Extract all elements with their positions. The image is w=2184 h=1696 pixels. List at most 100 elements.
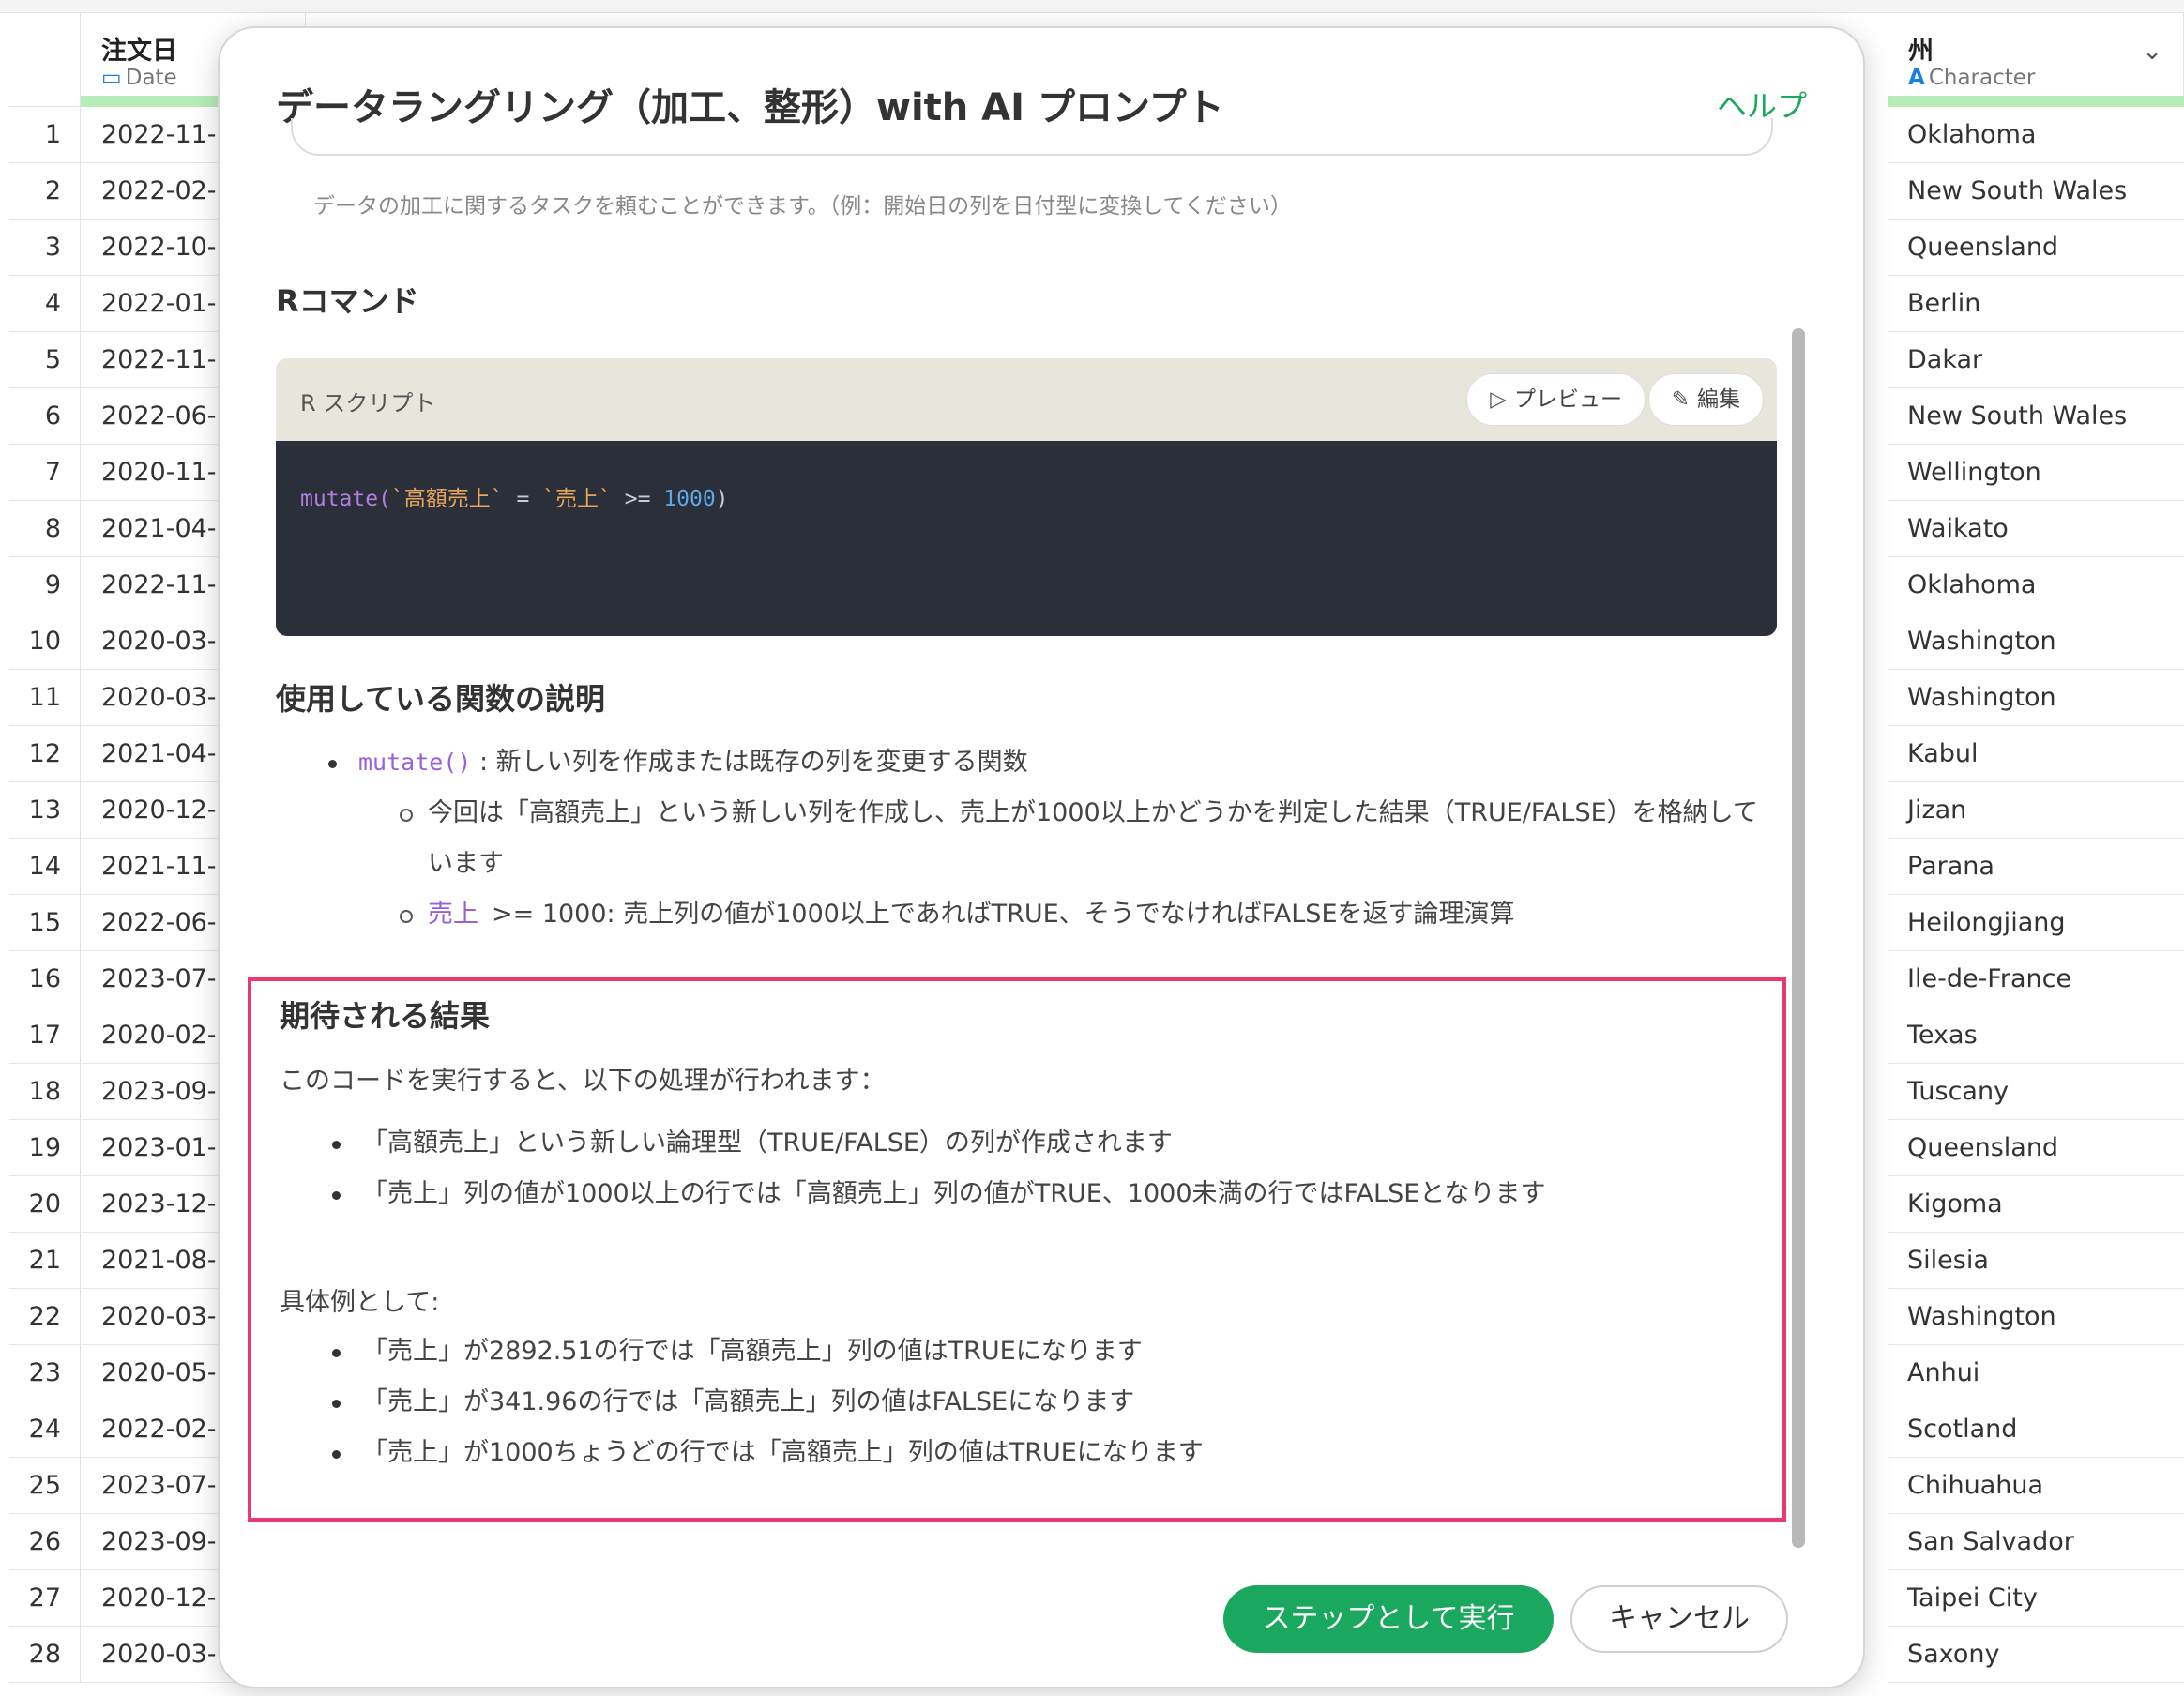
scrollbar[interactable] [1792, 141, 1805, 1567]
prompt-hint: データの加工に関するタスクを頼むことができます。（例：開始日の列を日付型に変換し… [313, 194, 1292, 219]
row-number: 20 [9, 1176, 81, 1233]
list-item: 「売上」が341.96の行では「高額売上」列の値はFALSEになります [280, 1377, 1743, 1428]
table-cell-state[interactable]: Waikato [1888, 501, 2184, 557]
function-explanation-heading: 使用している関数の説明 [276, 681, 606, 717]
function-explanation-list: mutate() : 新しい列を作成または既存の列を変更する関数 今回は「高額売… [276, 737, 1796, 940]
column-type: A Character [1908, 66, 2035, 90]
table-cell-state[interactable]: New South Wales [1888, 388, 2184, 445]
table-cell-state[interactable]: Scotland [1888, 1401, 2184, 1458]
row-number: 26 [9, 1514, 81, 1570]
row-number: 11 [9, 670, 81, 726]
edit-button[interactable]: ✎ 編集 [1647, 373, 1764, 426]
r-command-heading: Rコマンド [276, 283, 419, 319]
play-icon: ▷ [1490, 387, 1507, 412]
row-number: 28 [9, 1627, 81, 1683]
preview-button[interactable]: ▷ プレビュー [1466, 373, 1646, 426]
table-cell-state[interactable]: Heilongjiang [1888, 895, 2184, 951]
table-cell-state[interactable]: Wellington [1888, 445, 2184, 501]
column-title: 州 [1908, 37, 1934, 66]
row-number: 2 [9, 163, 81, 220]
table-cell-state[interactable]: Anhui [1888, 1345, 2184, 1401]
r-script-label: R スクリプト [300, 390, 436, 416]
function-name: mutate() [358, 749, 472, 776]
table-cell-state[interactable]: Berlin [1888, 276, 2184, 332]
row-number: 18 [9, 1064, 81, 1120]
list-subitem: 今回は「高額売上」という新しい列を作成し、売上が1000以上かどうかを判定した結… [276, 788, 1796, 889]
expected-result-heading: 期待される結果 [280, 998, 491, 1034]
table-cell-state[interactable]: New South Wales [1888, 163, 2184, 220]
calendar-icon: ▭ [101, 66, 122, 90]
table-cell-state[interactable]: Parana [1888, 839, 2184, 895]
table-cell-state[interactable]: Chihuahua [1888, 1458, 2184, 1514]
state-column: Oklahoma New South Wales Queensland Berlin D… [1888, 107, 2184, 1683]
table-cell-state[interactable]: Silesia [1888, 1233, 2184, 1289]
table-cell-state[interactable]: Washington [1888, 613, 2184, 670]
row-number: 10 [9, 613, 81, 670]
subitem-text: >= 1000: 売上列の値が1000以上であればTRUE、そうでなければFAL… [492, 900, 1515, 929]
table-cell-state[interactable]: Queensland [1888, 1120, 2184, 1176]
table-cell-state[interactable]: Oklahoma [1888, 107, 2184, 163]
row-number: 15 [9, 895, 81, 951]
table-cell-state[interactable]: Taipei City [1888, 1570, 2184, 1627]
expected-result-section: 期待される結果 このコードを実行すると、以下の処理が行われます： 「高額売上」と… [248, 977, 1786, 1522]
list-item: 「高額売上」という新しい論理型（TRUE/FALSE）の列が作成されます [280, 1118, 1743, 1169]
ai-prompt-dialog: データラングリング（加工、整形）with AI プロンプト ヘルプ データの加工… [218, 26, 1865, 1688]
row-number: 9 [9, 557, 81, 613]
grid-top-strip [0, 0, 2184, 13]
expected-result-intro: このコードを実行すると、以下の処理が行われます： [280, 1067, 886, 1096]
example-list: 「売上」が2892.51の行では「高額売上」列の値はTRUEになります 「売上」… [280, 1326, 1743, 1478]
function-description: : 新しい列を作成または既存の列を変更する関数 [471, 748, 1028, 777]
r-script-header: R スクリプト ▷ プレビュー ✎ 編集 [276, 358, 1777, 441]
row-number: 1 [9, 107, 81, 163]
code-editor[interactable]: mutate(`高額売上` = `売上` >= 1000) [276, 441, 1777, 636]
scrollbar-thumb[interactable] [1792, 328, 1805, 1548]
row-number: 25 [9, 1458, 81, 1514]
prompt-input[interactable] [291, 118, 1773, 156]
column-quality-bar [1888, 96, 2184, 107]
table-cell-state[interactable]: Dakar [1888, 332, 2184, 388]
chevron-down-icon[interactable]: ⌄ [2142, 38, 2162, 66]
table-cell-state[interactable]: Jizan [1888, 782, 2184, 839]
row-number: 13 [9, 782, 81, 839]
code-operator: >= [611, 487, 664, 511]
column-header-state[interactable]: 州 A Character ⌄ [1888, 13, 2184, 107]
row-number-header [9, 13, 81, 107]
table-cell-state[interactable]: Saxony [1888, 1627, 2184, 1683]
row-number: 24 [9, 1401, 81, 1458]
row-number-column: 1 2 3 4 5 6 7 8 9 10 11 12 13 14 15 16 17 18 19 20 21 22 23 24 2… [9, 107, 81, 1683]
table-cell-state[interactable]: Washington [1888, 670, 2184, 726]
list-item: 「売上」が1000ちょうどの行では「高額売上」列の値はTRUEになります [280, 1428, 1743, 1478]
row-number: 17 [9, 1007, 81, 1064]
table-cell-state[interactable]: Kabul [1888, 726, 2184, 782]
column-type: ▭ Date [101, 66, 177, 90]
table-cell-state[interactable]: Washington [1888, 1289, 2184, 1345]
expected-result-list: 「高額売上」という新しい論理型（TRUE/FALSE）の列が作成されます 「売上… [280, 1118, 1743, 1219]
column-title: 注文日 [101, 37, 177, 66]
run-as-step-button[interactable]: ステップとして実行 [1223, 1585, 1554, 1653]
code-number: 1000 [663, 487, 716, 511]
row-number: 3 [9, 220, 81, 276]
code-assign: = [503, 487, 543, 511]
list-item: mutate() : 新しい列を作成または既存の列を変更する関数 [276, 737, 1796, 788]
row-number: 12 [9, 726, 81, 782]
code-source-column: `売上` [542, 487, 612, 511]
row-number: 14 [9, 839, 81, 895]
table-cell-state[interactable]: Kigoma [1888, 1176, 2184, 1233]
table-cell-state[interactable]: Queensland [1888, 220, 2184, 276]
row-number: 5 [9, 332, 81, 388]
table-cell-state[interactable]: Tuscany [1888, 1064, 2184, 1120]
column-type-label: Date [125, 66, 177, 90]
table-cell-state[interactable]: San Salvador [1888, 1514, 2184, 1570]
table-cell-state[interactable]: Oklahoma [1888, 557, 2184, 613]
edit-icon: ✎ [1671, 387, 1690, 412]
cancel-button[interactable]: キャンセル [1570, 1585, 1788, 1653]
character-type-icon: A [1908, 66, 1925, 90]
list-item: 「売上」が2892.51の行では「高額売上」列の値はTRUEになります [280, 1326, 1743, 1377]
row-number: 6 [9, 388, 81, 445]
table-cell-state[interactable]: Ile-de-France [1888, 951, 2184, 1007]
column-reference-link[interactable]: 売上 [428, 900, 478, 929]
list-item: 「売上」列の値が1000以上の行では「高額売上」列の値がTRUE、1000未満の… [280, 1169, 1743, 1219]
row-number: 16 [9, 951, 81, 1007]
row-number: 27 [9, 1570, 81, 1627]
table-cell-state[interactable]: Texas [1888, 1007, 2184, 1064]
